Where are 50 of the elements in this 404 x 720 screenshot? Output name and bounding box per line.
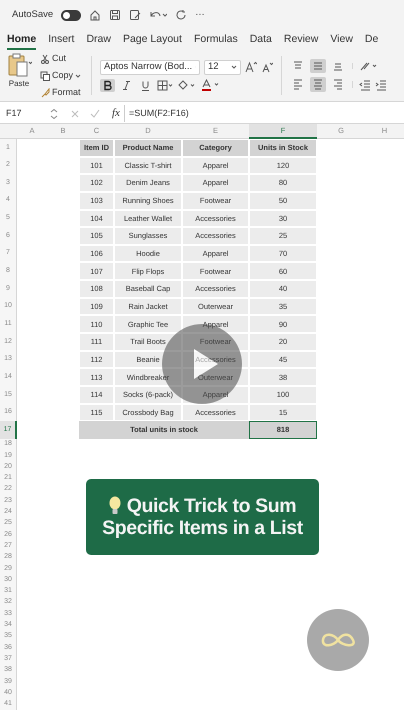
paste-label[interactable]: Paste [8,78,30,90]
banner-title-line: Quick Trick to Sum [126,495,296,517]
borders-icon[interactable] [157,80,174,90]
format-painter-button[interactable]: Format [38,86,84,99]
underline-icon [140,80,152,90]
shrink-font-icon[interactable] [261,61,274,73]
copy-button[interactable]: Copy [38,69,84,82]
align-middle-icon [312,60,324,72]
name-box[interactable]: F17 [0,106,50,120]
save-icon[interactable] [109,9,122,21]
fill-color-icon[interactable] [177,80,198,90]
light-bulb-icon [108,496,121,516]
bold-button[interactable] [100,78,116,92]
increase-indent-icon[interactable] [375,78,388,90]
redo-icon[interactable] [175,9,188,21]
ribbon-tab[interactable]: Review [284,32,318,50]
ribbon-tab[interactable]: Formulas [194,32,238,50]
insert-function-button[interactable]: fx [112,105,125,122]
stepper-icon[interactable] [50,108,58,120]
align-middle-button[interactable] [310,59,326,73]
scissors-icon [40,54,50,64]
banner-title-line: Specific Items in a List [102,517,303,539]
paste-icon[interactable] [6,52,32,78]
decrease-indent-icon[interactable] [359,78,372,90]
align-center-icon [312,78,324,91]
bold-icon [102,80,114,90]
autosave-label: AutoSave [12,8,54,22]
brush-icon [40,88,50,98]
font-color-icon[interactable] [201,79,222,91]
edit-icon[interactable] [129,9,142,21]
home-icon[interactable] [89,9,102,21]
text-orientation-icon[interactable] [359,60,380,72]
cut-button[interactable]: Cut [38,52,84,65]
grow-font-icon[interactable] [245,61,258,73]
more-button[interactable]: ··· [195,8,205,22]
autosave-toggle[interactable] [61,10,82,20]
formula-field[interactable]: =SUM(F2:F16) [128,106,404,120]
ribbon-tab[interactable]: Page Layout [122,32,182,50]
ribbon-tab[interactable]: De [364,32,378,50]
ribbon-tab[interactable]: Draw [86,32,111,50]
font-size-dropdown[interactable]: 12 [204,60,242,74]
italic-icon [121,80,132,90]
ribbon-tab[interactable]: Insert [48,32,74,50]
align-right-icon [332,78,344,91]
align-left-icon [292,78,304,91]
ribbon-tab[interactable]: View [330,32,353,50]
font-name-dropdown[interactable]: Aptos Narrow (Bod... [100,60,200,74]
copy-icon [40,70,50,80]
ribbon-tab[interactable]: Data [250,32,272,50]
align-center-button[interactable] [310,77,326,92]
